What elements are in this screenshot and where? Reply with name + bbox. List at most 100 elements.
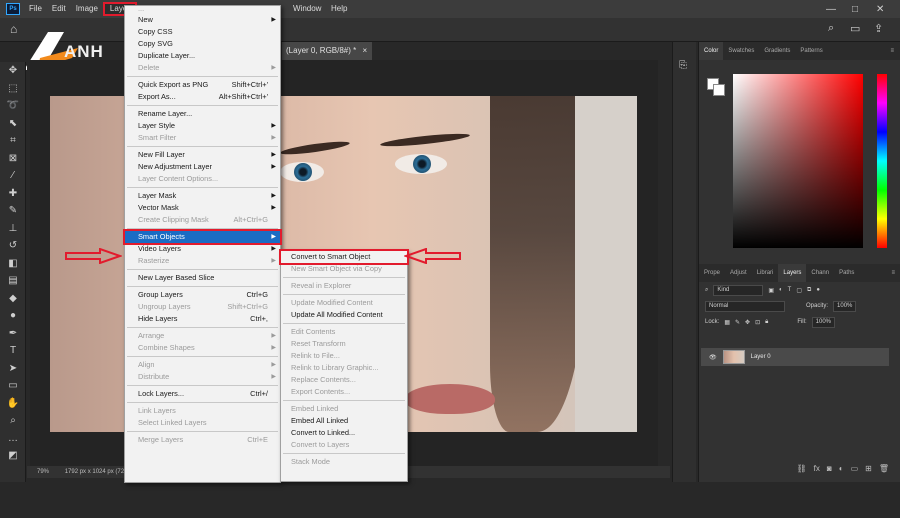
marquee-tool-icon[interactable]: ⬚ xyxy=(0,80,26,98)
filter-adjustment-icon[interactable]: ◐ xyxy=(779,287,783,293)
history-panel-icon[interactable]: ⎘ xyxy=(679,60,687,71)
visibility-eye-icon[interactable]: 👁︎ xyxy=(709,354,717,361)
close-window-icon[interactable]: ✕ xyxy=(876,0,884,18)
tab-color[interactable]: Color xyxy=(699,42,724,60)
menu-item-combine-shapes[interactable]: Combine Shapes ▶ xyxy=(125,342,280,354)
submenu-item-relink-to-file[interactable]: Relink to File... xyxy=(281,350,407,362)
menu-item-rasterize[interactable]: Rasterize ▶ xyxy=(125,255,280,267)
menu-help[interactable]: Help xyxy=(326,2,352,16)
gradient-tool-icon[interactable]: ▤ xyxy=(0,272,26,290)
maximize-icon[interactable]: □ xyxy=(852,0,858,18)
submenu-item-new-smart-object-via-copy[interactable]: New Smart Object via Copy xyxy=(281,263,407,275)
submenu-item-stack-mode[interactable]: Stack Mode xyxy=(281,456,407,468)
color-picker-field[interactable] xyxy=(733,74,863,248)
menu-item-new[interactable]: New ▶ xyxy=(125,14,280,26)
tab-paths[interactable]: Paths xyxy=(834,264,859,282)
new-layer-icon[interactable]: ⊞ xyxy=(865,464,872,476)
link-layers-icon[interactable]: ⛓ xyxy=(797,464,807,476)
submenu-item-reveal-in-explorer[interactable]: Reveal in Explorer xyxy=(281,280,407,292)
lock-transparency-icon[interactable]: ▦ xyxy=(724,319,730,326)
menu-item-copy-svg[interactable]: Copy SVG xyxy=(125,38,280,50)
submenu-item-convert-to-smart-object[interactable]: Convert to Smart Object xyxy=(279,249,409,265)
foreground-background-icon[interactable]: ◩ xyxy=(0,447,26,465)
object-selection-tool-icon[interactable]: ⬉ xyxy=(0,115,26,133)
menu-edit[interactable]: Edit xyxy=(47,2,71,16)
new-group-icon[interactable]: ▭ xyxy=(851,464,859,476)
menu-item-link-layers[interactable]: Link Layers xyxy=(125,405,280,417)
menu-file[interactable]: File xyxy=(24,2,47,16)
hue-slider[interactable] xyxy=(877,74,887,248)
layer-row[interactable]: 👁︎ Layer 0 xyxy=(701,348,889,366)
kind-filter-select[interactable]: Kind xyxy=(713,284,764,296)
submenu-item-replace-contents[interactable]: Replace Contents... xyxy=(281,374,407,386)
zoom-tool-icon[interactable]: ⌕ xyxy=(0,412,26,430)
delete-layer-icon[interactable]: 🗑︎ xyxy=(879,464,889,476)
menu-item-merge-layers[interactable]: Merge Layers Ctrl+E xyxy=(125,434,280,446)
menu-image[interactable]: Image xyxy=(71,2,103,16)
filter-type-icon[interactable]: T xyxy=(788,287,792,293)
zoom-level[interactable]: 79% xyxy=(37,469,49,475)
submenu-item-embed-linked[interactable]: Embed Linked xyxy=(281,403,407,415)
menu-item-export-as[interactable]: Export As... Alt+Shift+Ctrl+' xyxy=(125,91,280,103)
tab-properties[interactable]: Prope xyxy=(699,264,725,282)
layers-menu-icon[interactable]: ≡ xyxy=(891,270,900,276)
workspace-icon[interactable]: ▭ xyxy=(850,22,860,35)
menu-item-align[interactable]: Align ▶ xyxy=(125,359,280,371)
submenu-item-embed-all-linked[interactable]: Embed All Linked xyxy=(281,415,407,427)
menu-item-create-clipping-mask[interactable]: Create Clipping Mask Alt+Ctrl+G xyxy=(125,214,280,226)
rectangle-tool-icon[interactable]: ▭ xyxy=(0,377,26,395)
menu-item-rename-layer[interactable]: Rename Layer... xyxy=(125,108,280,120)
lasso-tool-icon[interactable]: ➰ xyxy=(0,97,26,115)
close-tab-icon[interactable]: × xyxy=(362,46,367,55)
tab-patterns[interactable]: Patterns xyxy=(795,42,827,60)
clone-stamp-tool-icon[interactable]: ⊥ xyxy=(0,220,26,238)
frame-tool-icon[interactable]: ⊠ xyxy=(0,150,26,168)
submenu-item-edit-contents[interactable]: Edit Contents xyxy=(281,326,407,338)
crop-tool-icon[interactable]: ⌗ xyxy=(0,132,26,150)
menu-item-copy-css[interactable]: Copy CSS xyxy=(125,26,280,38)
type-tool-icon[interactable]: T xyxy=(0,342,26,360)
lock-pixels-icon[interactable]: ✎ xyxy=(735,319,740,326)
opacity-input[interactable]: 100% xyxy=(833,300,857,312)
hand-tool-icon[interactable]: ✋ xyxy=(0,395,26,413)
healing-brush-tool-icon[interactable]: ✚ xyxy=(0,185,26,203)
document-tab[interactable]: (Layer 0, RGB/8#) * × xyxy=(282,42,372,60)
fx-icon[interactable]: fx xyxy=(814,464,820,476)
menu-item-vector-mask[interactable]: Vector Mask ▶ xyxy=(125,202,280,214)
menu-item-smart-filter[interactable]: Smart Filter ▶ xyxy=(125,132,280,144)
submenu-item-export-contents[interactable]: Export Contents... xyxy=(281,386,407,398)
menu-item-distribute[interactable]: Distribute ▶ xyxy=(125,371,280,383)
menu-item-quick-export-as-png[interactable]: Quick Export as PNG Shift+Ctrl+' xyxy=(125,79,280,91)
path-selection-tool-icon[interactable]: ➤ xyxy=(0,360,26,378)
new-adjustment-icon[interactable]: ◐ xyxy=(839,464,844,476)
minimize-icon[interactable]: — xyxy=(826,0,836,18)
share-icon[interactable]: ⇪ xyxy=(874,22,883,35)
submenu-item-update-modified-content[interactable]: Update Modified Content xyxy=(281,297,407,309)
menu-item-video-layers[interactable]: Video Layers ▶ xyxy=(125,243,280,255)
menu-item-new-layer-based-slice[interactable]: New Layer Based Slice xyxy=(125,272,280,284)
menu-window[interactable]: Window xyxy=(288,2,326,16)
tab-libraries[interactable]: Librari xyxy=(752,264,779,282)
menu-item-smart-objects[interactable]: Smart Objects ▶ xyxy=(123,229,282,245)
tab-swatches[interactable]: Swatches xyxy=(723,42,759,60)
tab-adjustments[interactable]: Adjust xyxy=(725,264,752,282)
menu-item-layer-mask[interactable]: Layer Mask ▶ xyxy=(125,190,280,202)
menu-item-ungroup-layers[interactable]: Ungroup Layers Shift+Ctrl+G xyxy=(125,301,280,313)
blend-mode-select[interactable]: Normal xyxy=(705,300,785,312)
tab-gradients[interactable]: Gradients xyxy=(759,42,795,60)
tab-channels[interactable]: Chann xyxy=(806,264,834,282)
submenu-item-relink-to-library-graphic[interactable]: Relink to Library Graphic... xyxy=(281,362,407,374)
history-brush-tool-icon[interactable]: ↺ xyxy=(0,237,26,255)
menu-item-duplicate-layer[interactable]: Duplicate Layer... xyxy=(125,50,280,62)
filter-smart-icon[interactable]: ⧉ xyxy=(807,287,811,294)
menu-item-hide-layers[interactable]: Hide Layers Ctrl+, xyxy=(125,313,280,325)
submenu-item-convert-to-layers[interactable]: Convert to Layers xyxy=(281,439,407,451)
menu-item-delete[interactable]: Delete ▶ xyxy=(125,62,280,74)
layer-name[interactable]: Layer 0 xyxy=(751,354,771,360)
filter-toggle-icon[interactable]: ● xyxy=(816,287,820,293)
eraser-tool-icon[interactable]: ◧ xyxy=(0,255,26,273)
submenu-item-update-all-modified-content[interactable]: Update All Modified Content xyxy=(281,309,407,321)
more-tools-icon[interactable]: … xyxy=(0,430,26,448)
search-icon[interactable]: ⌕ xyxy=(828,22,834,35)
menu-item-select-linked-layers[interactable]: Select Linked Layers xyxy=(125,417,280,429)
